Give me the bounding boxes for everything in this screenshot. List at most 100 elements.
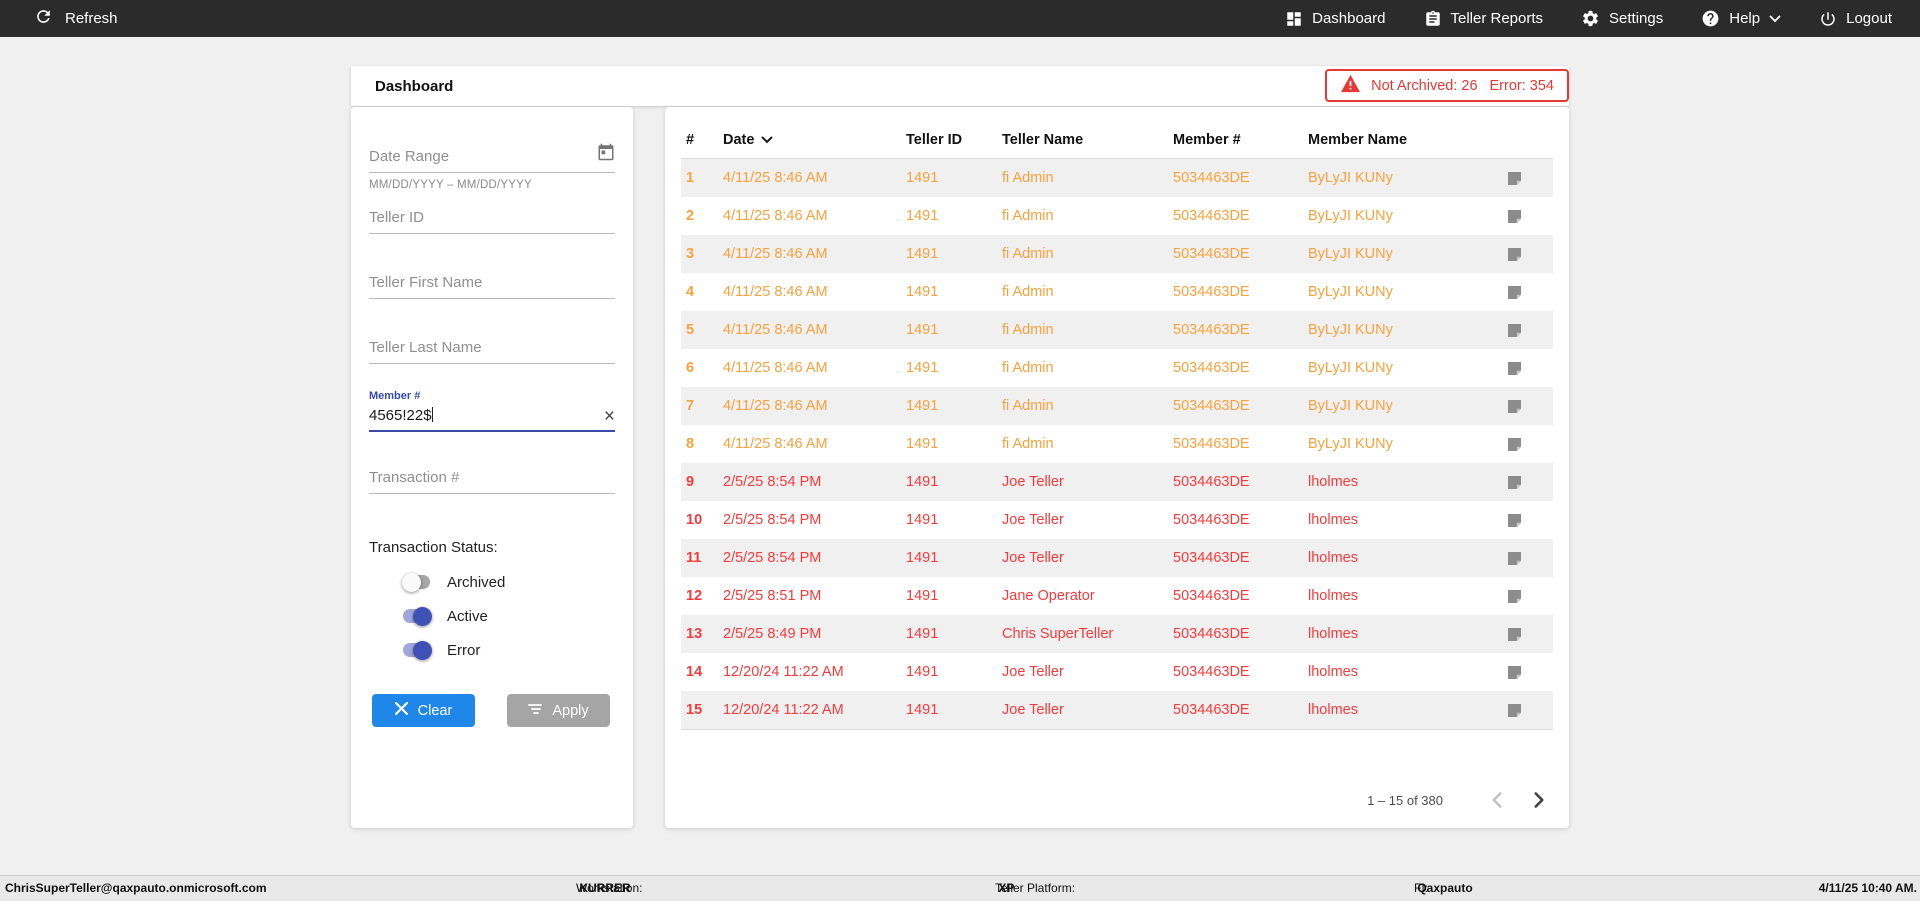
refresh-button[interactable]: Refresh (0, 7, 118, 30)
cell-teller-id: 1491 (906, 208, 939, 224)
toggle-knob (413, 640, 432, 660)
teller-first-name-field[interactable]: Teller First Name (369, 274, 615, 299)
col-header-member-number[interactable]: Member # (1173, 132, 1308, 148)
cell-member-number: 5034463DE (1173, 170, 1250, 186)
cell-member-name: ByLyJI KUNy (1308, 208, 1393, 224)
nav-item-help[interactable]: Help (1701, 9, 1781, 28)
cell-member-name: lholmes (1308, 550, 1358, 566)
cell-teller-name: fi Admin (1002, 246, 1054, 262)
cell-teller-name: Joe Teller (1002, 512, 1064, 528)
cell-row-number: 15 (686, 702, 703, 718)
table-row[interactable]: 14 12/20/24 11:22 AM 1491 Joe Teller 503… (681, 653, 1553, 691)
calendar-icon[interactable] (597, 143, 615, 165)
cell-member-name: lholmes (1308, 588, 1358, 604)
clear-field-icon[interactable]: × (604, 407, 615, 426)
nav-item-teller-reports[interactable]: Teller Reports (1424, 10, 1544, 28)
cell-date: 2/5/25 8:54 PM (723, 512, 822, 528)
table-row[interactable]: 9 2/5/25 8:54 PM 1491 Joe Teller 5034463… (681, 463, 1553, 501)
col-header-num: # (686, 131, 695, 148)
cell-member-number: 5034463DE (1173, 284, 1250, 300)
table-row[interactable]: 3 4/11/25 8:46 AM 1491 fi Admin 5034463D… (681, 235, 1553, 273)
note-icon[interactable] (1488, 246, 1553, 263)
table-row[interactable]: 8 4/11/25 8:46 AM 1491 fi Admin 5034463D… (681, 425, 1553, 463)
toggle-switch[interactable] (402, 572, 430, 592)
note-icon[interactable] (1488, 664, 1553, 681)
note-icon[interactable] (1488, 436, 1553, 453)
table-row[interactable]: 4 4/11/25 8:46 AM 1491 fi Admin 5034463D… (681, 273, 1553, 311)
cell-date: 2/5/25 8:54 PM (723, 550, 822, 566)
note-icon[interactable] (1488, 284, 1553, 301)
note-icon[interactable] (1488, 208, 1553, 225)
archive-error-alert[interactable]: Not Archived: 26 Error: 354 (1325, 69, 1569, 102)
note-icon[interactable] (1488, 474, 1553, 491)
teller-first-name-placeholder: Teller First Name (369, 274, 483, 291)
col-header-member-name[interactable]: Member Name (1308, 132, 1488, 148)
toggle-switch[interactable] (403, 606, 432, 626)
cell-row-number: 8 (686, 436, 695, 452)
member-number-value: 4565!22$ (369, 407, 432, 424)
cell-teller-name: fi Admin (1002, 436, 1054, 452)
cell-row-number: 7 (686, 398, 695, 414)
transaction-number-field[interactable]: Transaction # (369, 469, 615, 494)
nav-item-dashboard[interactable]: Dashboard (1285, 10, 1386, 28)
cell-member-number: 5034463DE (1173, 322, 1250, 338)
col-header-date[interactable]: Date (723, 132, 906, 148)
teller-id-field[interactable]: Teller ID (369, 209, 615, 234)
workstation-info: Workstation: KURRER (576, 881, 643, 895)
toggle-label: Active (447, 607, 488, 625)
cell-teller-name: Chris SuperTeller (1002, 626, 1114, 642)
cell-date: 2/5/25 8:54 PM (723, 474, 822, 490)
table-row[interactable]: 11 2/5/25 8:54 PM 1491 Joe Teller 503446… (681, 539, 1553, 577)
nav-item-logout[interactable]: Logout (1819, 10, 1892, 28)
member-number-field[interactable]: Member # 4565!22$ × (369, 390, 615, 432)
note-icon[interactable] (1488, 626, 1553, 643)
table-row[interactable]: 5 4/11/25 8:46 AM 1491 fi Admin 5034463D… (681, 311, 1553, 349)
note-icon[interactable] (1488, 702, 1553, 719)
cell-member-name: ByLyJI KUNy (1308, 322, 1393, 338)
apply-button[interactable]: Apply (507, 694, 610, 727)
table-row[interactable]: 1 4/11/25 8:46 AM 1491 fi Admin 5034463D… (681, 159, 1553, 197)
table-row[interactable]: 13 2/5/25 8:49 PM 1491 Chris SuperTeller… (681, 615, 1553, 653)
clear-button[interactable]: Clear (372, 694, 475, 727)
cell-teller-name: fi Admin (1002, 398, 1054, 414)
cell-date: 2/5/25 8:51 PM (723, 588, 822, 604)
col-header-teller-id[interactable]: Teller ID (906, 132, 1002, 148)
note-icon[interactable] (1488, 550, 1553, 567)
nav-item-label: Teller Reports (1450, 10, 1544, 27)
table-row[interactable]: 10 2/5/25 8:54 PM 1491 Joe Teller 503446… (681, 501, 1553, 539)
note-icon[interactable] (1488, 512, 1553, 529)
toggle-knob (413, 606, 432, 626)
note-icon[interactable] (1488, 588, 1553, 605)
cell-member-number: 5034463DE (1173, 208, 1250, 224)
table-row[interactable]: 12 2/5/25 8:51 PM 1491 Jane Operator 503… (681, 577, 1553, 615)
cell-member-number: 5034463DE (1173, 246, 1250, 262)
table-row[interactable]: 6 4/11/25 8:46 AM 1491 fi Admin 5034463D… (681, 349, 1553, 387)
cell-member-name: lholmes (1308, 512, 1358, 528)
cell-member-number: 5034463DE (1173, 664, 1250, 680)
cell-date: 12/20/24 11:22 AM (723, 702, 844, 718)
table-row[interactable]: 2 4/11/25 8:46 AM 1491 fi Admin 5034463D… (681, 197, 1553, 235)
teller-last-name-field[interactable]: Teller Last Name (369, 339, 615, 364)
status-bar: ChrisSuperTeller@qaxpauto.onmicrosoft.co… (0, 875, 1920, 901)
table-body: 1 4/11/25 8:46 AM 1491 fi Admin 5034463D… (681, 159, 1553, 730)
gear-icon (1581, 9, 1600, 28)
table-row[interactable]: 7 4/11/25 8:46 AM 1491 fi Admin 5034463D… (681, 387, 1553, 425)
table-row[interactable]: 15 12/20/24 11:22 AM 1491 Joe Teller 503… (681, 691, 1553, 729)
note-icon[interactable] (1488, 170, 1553, 187)
col-header-teller-name[interactable]: Teller Name (1002, 132, 1173, 148)
pagination-label: 1 – 15 of 380 (1367, 792, 1443, 808)
note-icon[interactable] (1488, 322, 1553, 339)
note-icon[interactable] (1488, 398, 1553, 415)
nav-item-settings[interactable]: Settings (1581, 9, 1663, 28)
previous-page-button[interactable] (1483, 786, 1511, 814)
cell-teller-name: Jane Operator (1002, 588, 1095, 604)
toggle-switch[interactable] (403, 640, 432, 660)
next-page-button[interactable] (1525, 786, 1553, 814)
note-icon[interactable] (1488, 360, 1553, 377)
cell-member-name: ByLyJI KUNy (1308, 284, 1393, 300)
cell-teller-id: 1491 (906, 512, 939, 528)
nav-item-label: Help (1729, 10, 1761, 27)
date-range-field[interactable]: Date Range MM/DD/YYYY – MM/DD/YYYY (369, 143, 615, 191)
chevron-down-icon (1769, 15, 1781, 23)
cell-member-name: ByLyJI KUNy (1308, 246, 1393, 262)
